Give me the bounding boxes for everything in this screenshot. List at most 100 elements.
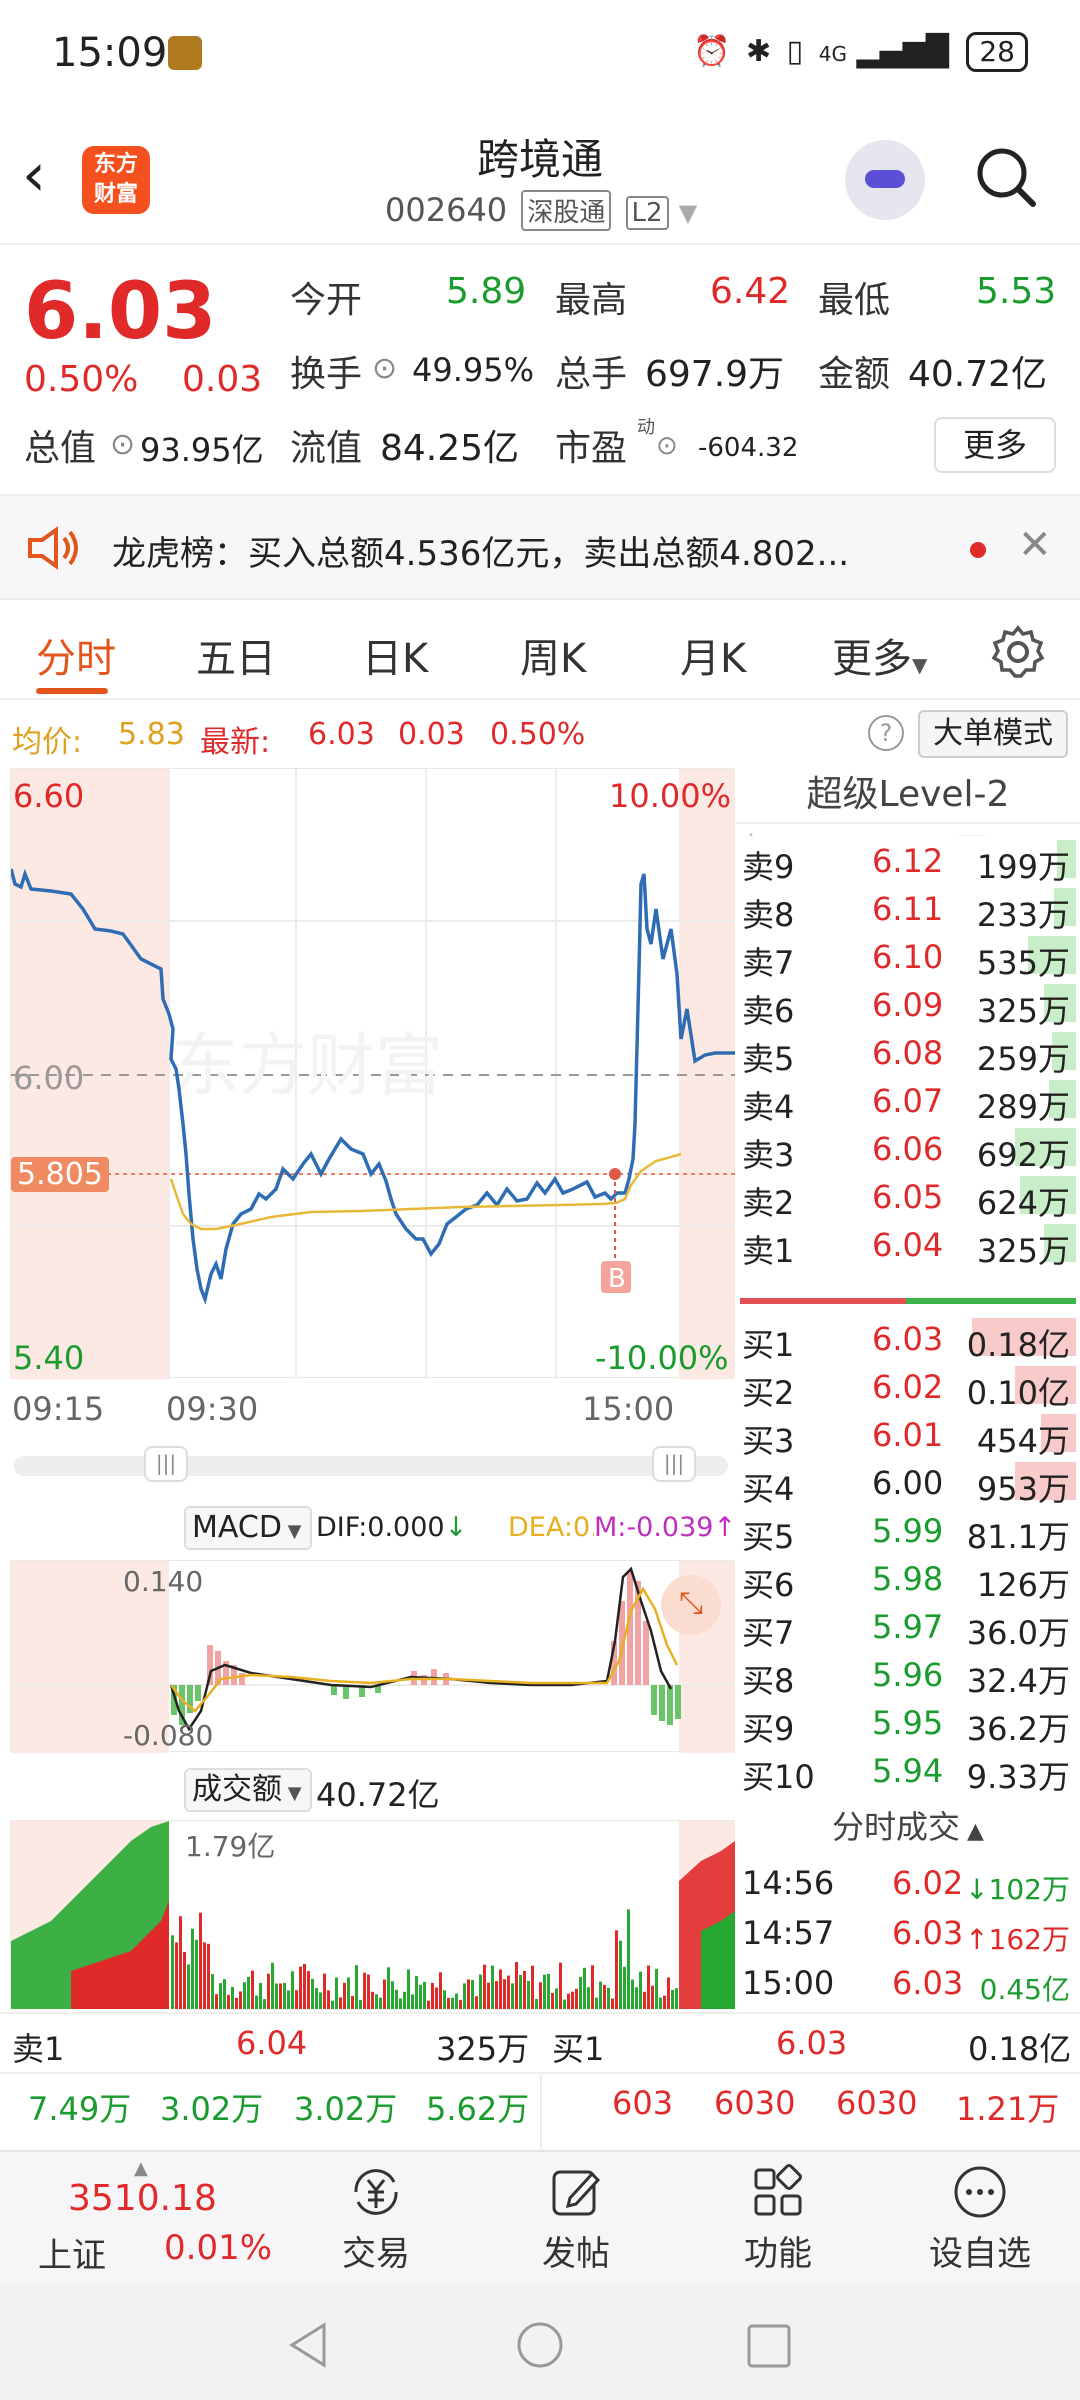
ticks-header[interactable]: 分时成交 ▲ [736,1802,1080,1852]
info-circle-icon[interactable]: ⊙ [656,431,678,461]
bid-row[interactable]: 买1 6.03 0.18亿 [736,1314,1076,1364]
tick-time: 14:56 [742,1864,835,1902]
ask-volume: 325万 [976,992,1070,1030]
nav-add-watchlist[interactable]: 设自选 [910,2162,1050,2275]
ask-bid-ratio-green [906,1298,1076,1304]
bid-row[interactable]: 买3 6.01 454万 [736,1410,1076,1460]
nav-trade[interactable]: 交易 [306,2162,446,2275]
dif-line [169,1566,673,1732]
intraday-price-chart[interactable]: 东方财富 B 6.60 10.00% 6.00 5.805 5.40 -10.0… [10,768,735,1379]
robot-eye [865,170,905,188]
active-tab-indicator [36,688,108,694]
bid-row[interactable]: 买4 6.00 953万 [736,1458,1076,1508]
range-slider-left-handle[interactable]: ||| [144,1446,188,1482]
ask-level-label: 卖9 [742,848,795,886]
search-icon[interactable] [975,146,1037,208]
index-ticker[interactable]: ▲ 3510.18 上证 0.01% [14,2158,314,2278]
tab-weekly-k[interactable]: 周K [520,626,586,684]
nav-post[interactable]: 发帖 [506,2162,646,2275]
info-circle-icon[interactable]: ⊙ [372,351,397,386]
quick-bid-order: 603 [612,2084,674,2122]
ask-price: 6.04 [872,1226,944,1264]
status-bar: 15:09 ⏰ ✱ ▯ 4G ▂▄▆█ 28 [0,0,1080,110]
tab-intraday[interactable]: 分时 [36,626,116,684]
back-triangle-icon[interactable] [286,2321,330,2369]
quick-ask-order: 7.49万 [28,2090,132,2128]
bid-row[interactable]: 买9 5.95 36.2万 [736,1698,1076,1748]
quick-bid-price: 6.03 [776,2024,848,2062]
close-icon[interactable]: ✕ [1018,522,1052,568]
ask-price: 6.11 [872,890,944,928]
range-slider-track[interactable] [14,1456,728,1476]
pct-max-label: 10.00% [609,777,732,815]
caret-up-icon: ▲ [960,1819,984,1844]
stock-code: 002640 [385,191,508,229]
latest-change: 0.03 [398,717,465,752]
ask-row[interactable]: 卖9 6.12 199万 [736,836,1076,886]
quick-ask-volume: 325万 [436,2030,530,2068]
tick-volume: ↑162万 [965,1923,1070,1956]
ask-row[interactable]: 卖4 6.07 289万 [736,1076,1076,1126]
float-label: 流值 [290,428,363,469]
range-slider-right-handle[interactable]: ||| [652,1446,696,1482]
robot-avatar-icon[interactable] [845,140,925,220]
volume-bars [171,1909,678,2009]
bid-level-label: 买8 [742,1662,795,1700]
tick-row: 14:57 6.03 ↑162万 [736,1908,1076,1956]
recents-square-icon[interactable] [746,2323,792,2369]
bid-price: 6.00 [872,1464,944,1502]
ask-row[interactable]: 卖7 6.10 535万 [736,932,1076,982]
bid-row[interactable]: 买8 5.96 32.4万 [736,1650,1076,1700]
time-start-label: 09:15 [12,1390,105,1428]
4g-icon: 4G [818,42,847,66]
caret-down-icon[interactable]: ▼ [679,199,697,227]
pe-superscript: 动 [637,417,655,438]
ask-row[interactable]: 卖5 6.08 259万 [736,1028,1076,1078]
quick-ask-order: 3.02万 [294,2090,398,2128]
current-price: 6.03 [24,267,217,357]
ask-price: 6.06 [872,1130,944,1168]
caret-down-icon: ▼ [912,653,928,677]
bid-level-label: 买9 [742,1710,795,1748]
tab-more[interactable]: 更多▼ [832,626,927,684]
big-order-mode-button[interactable]: 大单模式 [918,710,1068,758]
info-circle-icon[interactable]: ⊙ [110,427,135,462]
ask-row[interactable]: 卖8 6.11 233万 [736,884,1076,934]
volume-indicator-select[interactable]: 成交额 ▼ [184,1768,312,1812]
bid-level-label: 买3 [742,1422,795,1460]
bid-row[interactable]: 买2 6.02 0.10亿 [736,1362,1076,1412]
ask-row[interactable]: 卖3 6.06 692万 [736,1124,1076,1174]
tick-row: 14:56 6.02 ↓102万 [736,1858,1076,1906]
ask-volume: 199万 [976,848,1070,886]
tick-row: 15:00 6.03 0.45亿 [736,1958,1076,2006]
bid-price: 5.99 [872,1512,944,1550]
home-circle-icon[interactable] [516,2321,564,2369]
nav-functions[interactable]: 功能 [708,2162,848,2275]
gear-icon[interactable] [990,624,1046,680]
bid-volume: 126万 [976,1566,1070,1604]
ask10-partial: 卖10 6.13 77.3万 [736,824,1080,836]
tab-monthly-k[interactable]: 月K [680,626,746,684]
bid-row[interactable]: 买6 5.98 126万 [736,1554,1076,1604]
bid-row[interactable]: 买5 5.99 81.1万 [736,1506,1076,1556]
bid-row[interactable]: 买10 5.94 9.33万 [736,1746,1076,1796]
volume-chart[interactable]: 1.79亿 [10,1820,735,2009]
ask-row[interactable]: 卖6 6.09 325万 [736,980,1076,1030]
dragon-tiger-notice[interactable]: 龙虎榜：买入总额4.536亿元，卖出总额4.802... ✕ [0,494,1080,600]
pe-value: -604.32 [698,433,799,463]
more-button[interactable]: 更多 [934,417,1056,473]
bid-volume: 953万 [976,1470,1070,1508]
macd-chart[interactable]: 0.140 -0.080 ⤡ [10,1560,735,1753]
tab-daily-k[interactable]: 日K [362,626,428,684]
tick-time: 15:00 [742,1964,835,2002]
bid-price: 6.02 [872,1368,944,1406]
expand-icon[interactable]: ⤡ [661,1575,721,1635]
question-icon[interactable]: ? [868,715,904,751]
tab-five-day[interactable]: 五日 [196,626,276,684]
bid-row[interactable]: 买7 5.97 36.0万 [736,1602,1076,1652]
ask-price: 6.10 [872,938,944,976]
ask-row[interactable]: 卖1 6.04 325万 [736,1220,1076,1270]
ask-row[interactable]: 卖2 6.05 624万 [736,1172,1076,1222]
macd-indicator-select[interactable]: MACD ▼ [184,1506,312,1550]
alarm-icon: ⏰ [693,34,731,69]
